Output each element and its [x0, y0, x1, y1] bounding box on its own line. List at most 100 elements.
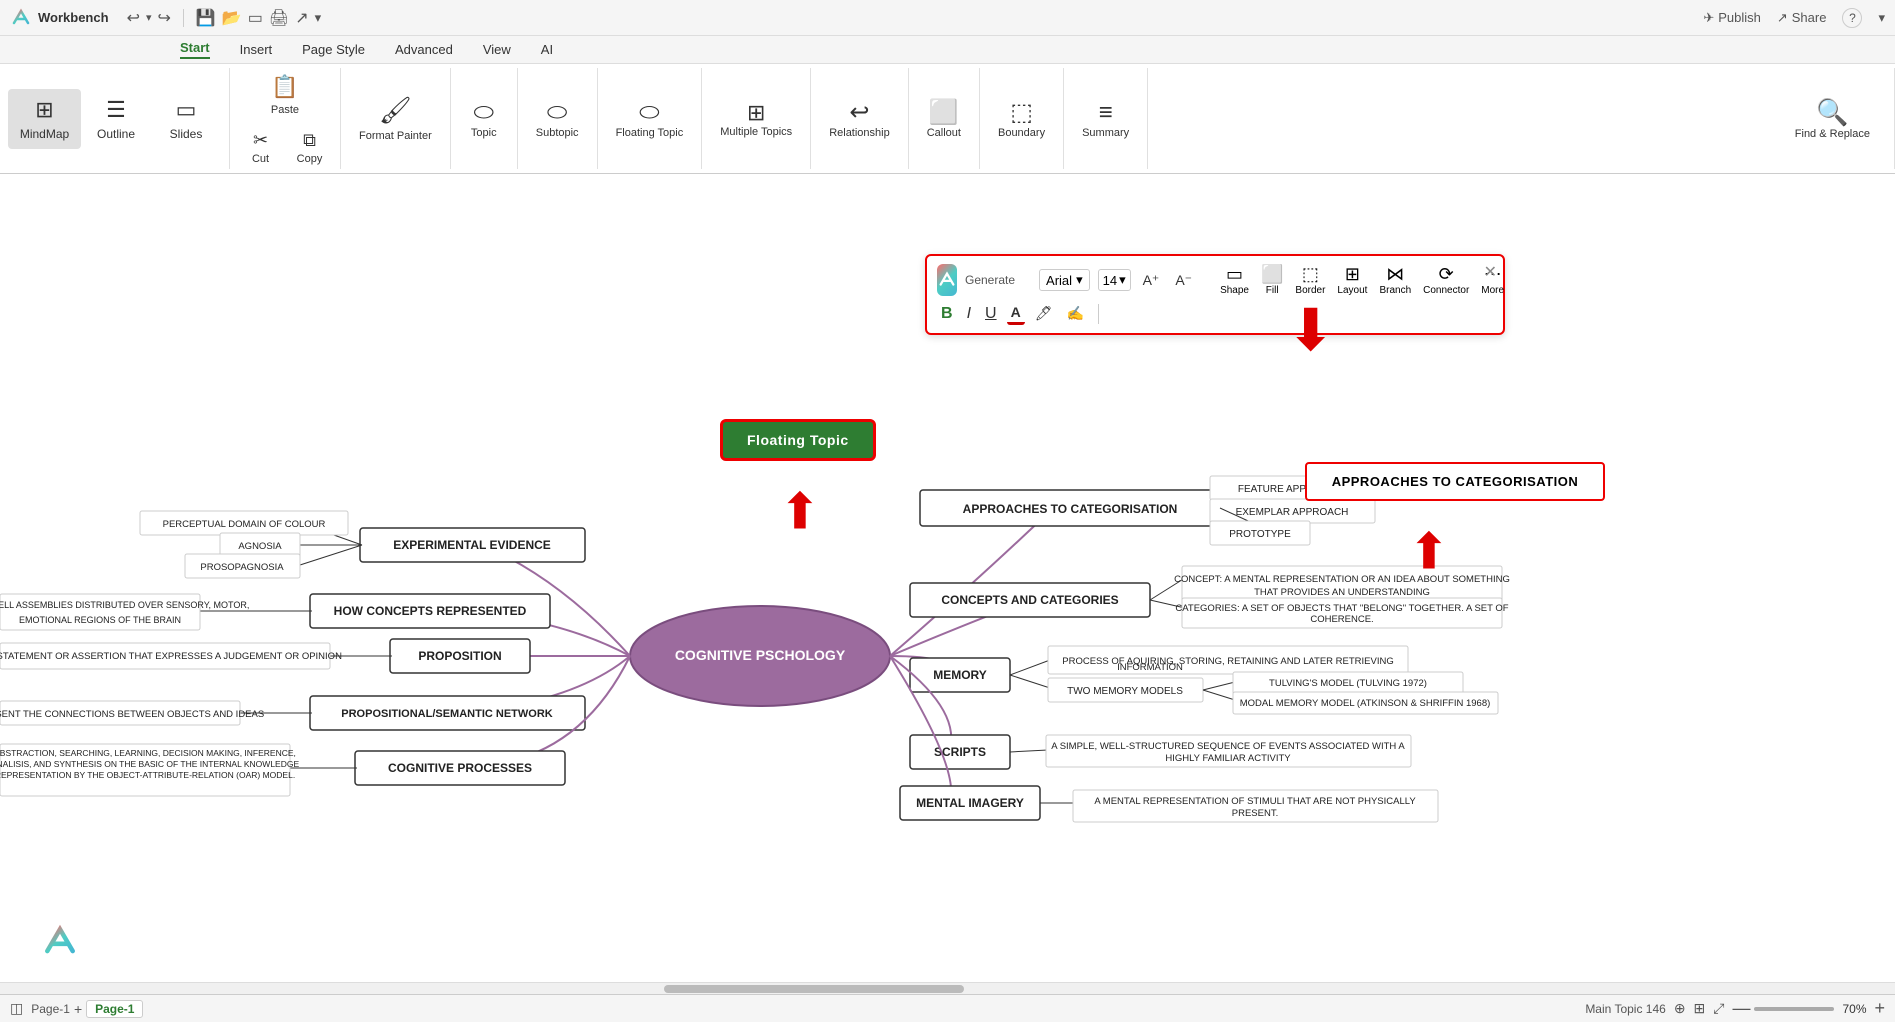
- connector-icon: ⟳: [1439, 264, 1454, 285]
- shape-button[interactable]: ▭ Shape: [1220, 264, 1249, 296]
- zoom-level: 70%: [1838, 1002, 1870, 1016]
- font-select[interactable]: Arial ▾: [1039, 269, 1090, 291]
- boundary-button[interactable]: ⬚ Boundary: [988, 92, 1055, 145]
- share-button[interactable]: ↗ Share: [1777, 10, 1827, 26]
- undo-button[interactable]: ↩: [127, 8, 140, 28]
- panel-toggle-button[interactable]: ◫: [10, 1000, 23, 1017]
- fill-button[interactable]: ⬜ Fill: [1261, 264, 1283, 296]
- floating-topic-node[interactable]: Floating Topic: [720, 419, 876, 461]
- format-toolbar-close-button[interactable]: ✕: [1484, 262, 1497, 282]
- svg-text:PRESENT.: PRESENT.: [1232, 808, 1278, 819]
- menubar: Start Insert Page Style Advanced View AI: [0, 36, 1895, 64]
- more-options-button[interactable]: ▾: [1878, 10, 1885, 26]
- topic-button[interactable]: ⬭ Topic: [459, 93, 509, 145]
- menu-start[interactable]: Start: [180, 40, 210, 59]
- arrow-up-topic-node: ⬇: [1408, 524, 1450, 574]
- slides-view-button[interactable]: ▭ Slides: [151, 89, 221, 149]
- find-replace-group: 🔍 Find & Replace: [1771, 68, 1895, 169]
- highlight-color-button[interactable]: 🖊: [1031, 303, 1057, 324]
- horizontal-scrollbar[interactable]: [0, 982, 1895, 994]
- help-button[interactable]: ?: [1842, 8, 1862, 28]
- multiple-topics-label: Multiple Topics: [720, 126, 792, 138]
- scrollbar-thumb[interactable]: [664, 985, 964, 993]
- layout-button[interactable]: ⊞ Layout: [1337, 264, 1367, 296]
- statusbar: ◫ Page-1 + Page-1 Main Topic 146 ⊕ ⊞ ⤢ —…: [0, 994, 1895, 1022]
- approaches-topic-node[interactable]: APPROACHES TO CATEGORISATION: [1305, 462, 1605, 501]
- branch-button[interactable]: ⋈ Branch: [1379, 264, 1411, 296]
- copy-icon: ⧉: [303, 130, 316, 151]
- menu-advanced[interactable]: Advanced: [395, 42, 453, 57]
- undo-dropdown-button[interactable]: ▾: [146, 11, 152, 24]
- canvas-logo: [40, 922, 80, 962]
- menu-view[interactable]: View: [483, 42, 511, 57]
- paste-button[interactable]: 📋 Paste: [260, 68, 310, 122]
- mindmap-icon: ⊞: [35, 97, 53, 123]
- format-toolbar: ✕ Generate Arial ▾ 14 ▾ A⁺ A⁻: [925, 254, 1505, 335]
- font-decrease-button[interactable]: A⁻: [1171, 270, 1196, 291]
- underline-button[interactable]: U: [981, 303, 1001, 325]
- summary-button[interactable]: ≡ Summary: [1072, 93, 1139, 145]
- fullscreen-button[interactable]: ⤢: [1713, 1000, 1724, 1017]
- fill-icon: ⬜: [1261, 264, 1283, 285]
- open-button[interactable]: 📂: [222, 8, 242, 28]
- bold-button[interactable]: B: [937, 303, 957, 325]
- main-topic-count: Main Topic 146: [1585, 1002, 1666, 1016]
- layout-icon: ⊞: [1345, 264, 1360, 285]
- canvas-area[interactable]: COGNITIVE PSCHOLOGY APPROACHES TO CATEGO…: [0, 174, 1895, 982]
- titlebar: Workbench ↩ ▾ ↪ 💾 📂 ▭ 🖨 ↗ ▾ ✈ Publish ↗ …: [0, 0, 1895, 36]
- boundary-icon: ⬚: [1010, 98, 1033, 127]
- connector-button[interactable]: ⟳ Connector: [1423, 264, 1469, 296]
- format-painter-button[interactable]: 🖌 Format Painter: [349, 89, 442, 148]
- italic-button[interactable]: I: [963, 303, 975, 325]
- fit-page-button[interactable]: ⊕: [1674, 1000, 1686, 1017]
- font-increase-button[interactable]: A⁺: [1139, 270, 1164, 291]
- save-button[interactable]: 💾: [196, 8, 216, 28]
- cut-button[interactable]: ✂ Cut: [238, 126, 283, 169]
- multiple-topics-button[interactable]: ⊞ Multiple Topics: [710, 94, 802, 144]
- text-color-button[interactable]: A: [1007, 302, 1025, 325]
- border-button[interactable]: ⬚ Border: [1295, 264, 1325, 296]
- svg-text:COHERENCE.: COHERENCE.: [1310, 614, 1373, 625]
- page-tab[interactable]: Page-1: [86, 1000, 143, 1018]
- menu-insert[interactable]: Insert: [240, 42, 273, 57]
- outline-view-button[interactable]: ☰ Outline: [81, 89, 151, 149]
- svg-text:THAT PROVIDES AN UNDERSTANDING: THAT PROVIDES AN UNDERSTANDING: [1254, 587, 1430, 598]
- callout-button[interactable]: ⬜ Callout: [917, 92, 971, 145]
- menu-pagestyle[interactable]: Page Style: [302, 42, 365, 57]
- svg-text:COGNITIVE PSCHOLOGY: COGNITIVE PSCHOLOGY: [675, 647, 846, 663]
- find-replace-icon: 🔍: [1816, 97, 1848, 128]
- relationship-button[interactable]: ↩ Relationship: [819, 92, 900, 145]
- highlighted-topic-text: APPROACHES TO CATEGORISATION: [1332, 474, 1579, 489]
- subtopic-button[interactable]: ⬭ Subtopic: [526, 93, 589, 145]
- svg-text:A STATEMENT OR ASSERTION THAT: A STATEMENT OR ASSERTION THAT EXPRESSES …: [0, 651, 342, 662]
- arrow-down-indicator: ⬇: [1286, 302, 1335, 360]
- copy-button[interactable]: ⧉ Copy: [287, 126, 332, 169]
- more-button[interactable]: ▾: [315, 10, 322, 26]
- view-mode-button[interactable]: ⊞: [1694, 1000, 1706, 1017]
- redo-button[interactable]: ↪: [158, 8, 171, 28]
- zoom-slider[interactable]: [1754, 1007, 1834, 1011]
- svg-text:ANALISIS, AND SYNTHESIS ON THE: ANALISIS, AND SYNTHESIS ON THE BASIC OF …: [0, 759, 299, 769]
- floating-topic-label: Floating Topic: [616, 127, 684, 139]
- zoom-out-button[interactable]: —: [1732, 998, 1750, 1019]
- publish-button[interactable]: ✈ Publish: [1703, 10, 1761, 26]
- zoom-in-button[interactable]: +: [1874, 998, 1885, 1019]
- floating-topic-button[interactable]: ⬭ Floating Topic: [606, 93, 694, 145]
- find-replace-button[interactable]: 🔍 Find & Replace: [1779, 93, 1886, 144]
- font-size-select[interactable]: 14 ▾: [1098, 269, 1131, 291]
- svg-text:HOW CONCEPTS REPRESENTED: HOW CONCEPTS REPRESENTED: [334, 604, 527, 618]
- mindmap-view-button[interactable]: ⊞ MindMap: [8, 89, 81, 149]
- paste-label: Paste: [271, 104, 299, 116]
- floating-topic-text: Floating Topic: [747, 432, 849, 448]
- font-size-dropdown-icon: ▾: [1119, 272, 1126, 288]
- export-button[interactable]: ↗: [295, 8, 308, 28]
- slides-icon: ▭: [176, 97, 197, 123]
- branch-icon: ⋈: [1386, 264, 1404, 285]
- menu-ai[interactable]: AI: [541, 42, 553, 57]
- callout-label: Callout: [927, 127, 961, 139]
- template-button[interactable]: ▭: [248, 8, 263, 28]
- print-button[interactable]: 🖨: [269, 8, 289, 28]
- text-effect-button[interactable]: ✍: [1062, 303, 1087, 324]
- boundary-group: ⬚ Boundary: [980, 68, 1064, 169]
- add-page-button[interactable]: +: [74, 1001, 82, 1017]
